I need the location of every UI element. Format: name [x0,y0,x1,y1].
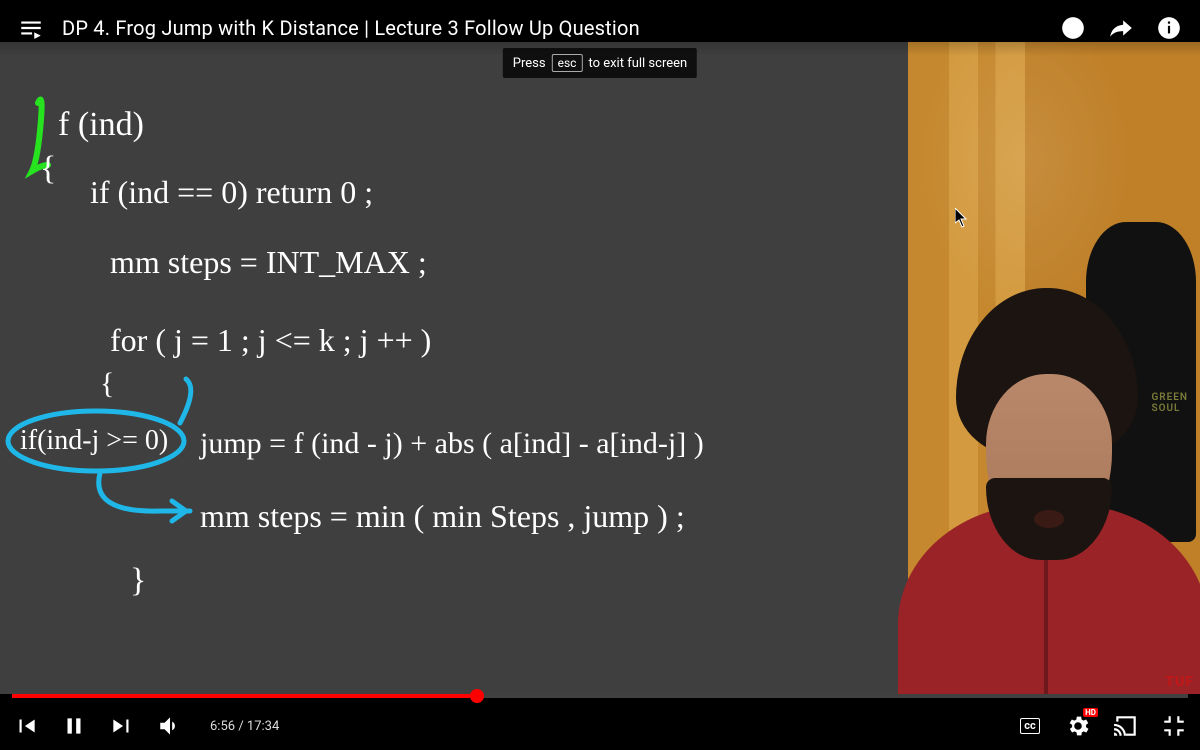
code-line-4: mm steps = INT_MAX ; [110,244,427,280]
channel-watermark[interactable]: TUF [1165,674,1194,690]
duration: 17:34 [247,719,279,734]
settings-button[interactable]: HD [1064,712,1092,740]
seek-scrubber[interactable] [470,689,484,703]
playlist-icon[interactable] [18,15,44,41]
presenter-camera: TUF [908,42,1200,694]
seek-played [12,694,477,698]
pause-button[interactable] [60,712,88,740]
time-display: 6:56 / 17:34 [210,719,279,734]
code-cond: if(ind-j >= 0) [20,425,168,456]
code-line-2: { [40,150,56,187]
next-button[interactable] [108,712,136,740]
mouse-cursor [955,208,969,228]
share-icon[interactable] [1108,15,1134,41]
current-time: 6:56 [210,719,235,734]
hd-badge: HD [1083,708,1098,717]
hint-key: esc [552,54,583,72]
hint-pre: Press [513,56,546,71]
code-line-3: if (ind == 0) return 0 ; [90,174,373,210]
code-line-7: jump = f (ind - j) + abs ( a[ind] - a[in… [199,427,704,460]
handwriting-svg: .hand { font-family: "Segoe Script","Bra… [0,42,908,694]
watch-later-icon[interactable] [1060,15,1086,41]
hint-post: to exit full screen [588,56,687,71]
exit-fullscreen-button[interactable] [1160,712,1188,740]
volume-button[interactable] [156,712,184,740]
code-line-1: f (ind) [58,106,144,143]
code-line-8: mm steps = min ( min Steps , jump ) ; [200,498,685,534]
whiteboard: .hand { font-family: "Segoe Script","Bra… [0,42,908,694]
captions-button[interactable]: cc [1016,712,1044,740]
player-controls: 6:56 / 17:34 cc HD [0,694,1200,750]
code-line-6: { [100,367,114,400]
previous-button[interactable] [12,712,40,740]
seek-bar[interactable] [12,694,1188,698]
code-line-9: } [130,562,146,599]
fullscreen-exit-hint: Press esc to exit full screen [503,48,697,78]
code-line-5: for ( j = 1 ; j <= k ; j ++ ) [110,322,431,358]
cast-button[interactable] [1112,712,1140,740]
info-icon[interactable] [1156,15,1182,41]
presenter [908,224,1200,694]
video-title: DP 4. Frog Jump with K Distance | Lectur… [62,16,640,40]
video-content: .hand { font-family: "Segoe Script","Bra… [0,42,1200,694]
